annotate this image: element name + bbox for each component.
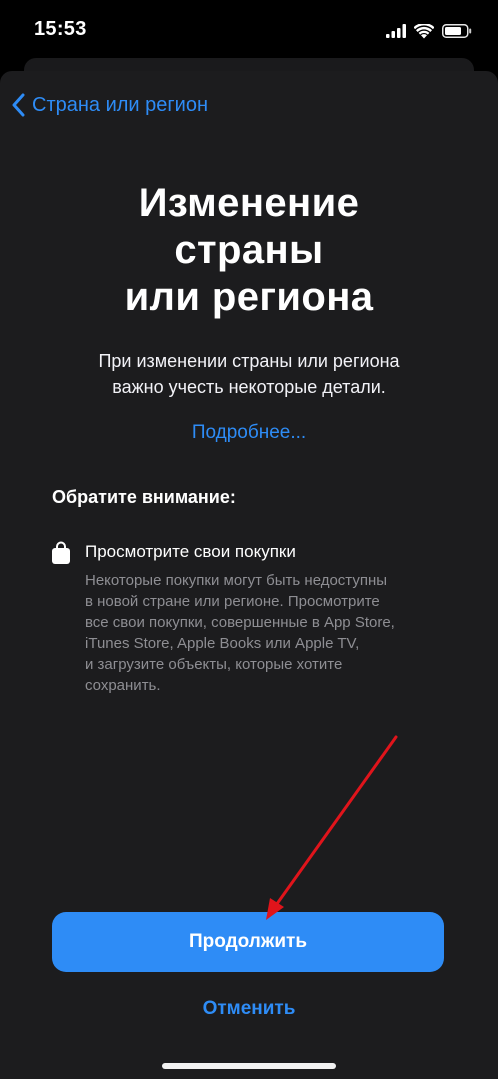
title-line: страны: [174, 228, 324, 272]
battery-icon: [442, 24, 472, 38]
description-line: все свои покупки, совершенные в App Stor…: [85, 614, 395, 631]
description-line: в новой стране или регионе. Просмотрите: [85, 593, 380, 610]
page-title: Изменение страны или региона: [40, 180, 458, 321]
subtitle-line: При изменении страны или региона: [98, 351, 400, 371]
chevron-left-icon: [12, 93, 25, 117]
title-line: Изменение: [138, 181, 360, 225]
page-subtitle: При изменении страны или региона важно у…: [40, 348, 458, 400]
back-button-label: Страна или регион: [32, 93, 209, 116]
wifi-icon: [414, 23, 434, 38]
description-line: и загрузите объекты, которые хотите: [85, 656, 343, 673]
description-line: Некоторые покупки могут быть недоступны: [85, 572, 388, 589]
item-description: Некоторые покупки могут быть недоступны …: [85, 570, 445, 696]
learn-more-link[interactable]: Подробнее...: [100, 422, 398, 444]
status-time: 15:53: [34, 18, 87, 40]
status-bar: 15:53: [0, 0, 498, 60]
signal-icon: [386, 24, 406, 38]
subtitle-line: важно учесть некоторые детали.: [112, 377, 386, 397]
home-indicator[interactable]: [162, 1063, 336, 1069]
back-button[interactable]: Страна или регион: [12, 90, 208, 120]
item-title: Просмотрите свои покупки: [85, 542, 296, 561]
description-line: iTunes Store, Apple Books или Apple TV,: [85, 635, 360, 652]
status-icons: [386, 20, 472, 42]
title-line: или региона: [124, 275, 374, 319]
continue-button[interactable]: Продолжить: [52, 912, 444, 972]
description-line: сохранить.: [85, 677, 161, 694]
shopping-bag-icon: [52, 541, 70, 564]
notice-heading: Обратите внимание:: [52, 487, 236, 507]
cancel-button[interactable]: Отменить: [148, 994, 350, 1024]
